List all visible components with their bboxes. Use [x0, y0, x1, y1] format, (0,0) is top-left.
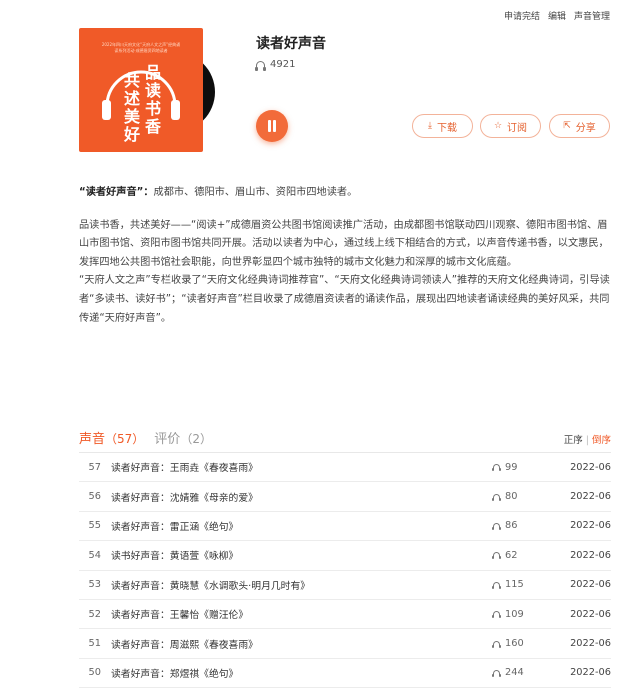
- star-icon: ☆: [493, 121, 503, 131]
- download-label: 下载: [436, 122, 457, 134]
- tab-reviews-label: 评价: [154, 432, 181, 447]
- track-date: 2022-06: [570, 667, 611, 679]
- track-plays: 160: [492, 638, 568, 650]
- share-icon: ⇱: [563, 121, 571, 131]
- tab-sounds[interactable]: 声音（57）: [79, 428, 144, 447]
- track-date: 2022-06: [570, 461, 611, 473]
- track-plays-value: 86: [505, 520, 518, 532]
- play-count-value: 4921: [270, 59, 296, 70]
- cover-title-right: 品读书香: [145, 63, 162, 136]
- track-number: 53: [88, 579, 101, 591]
- track-title[interactable]: 读者好声音：王馨怡《赠汪伦》: [111, 607, 493, 621]
- track-title[interactable]: 读书好声音：黄语萱《咏柳》: [111, 548, 493, 562]
- download-icon: ⤓: [428, 121, 432, 131]
- track-date: 2022-06: [570, 520, 611, 532]
- track-row[interactable]: 50 读者好声音：郑煜祺《绝句》 244 2022-06: [79, 659, 611, 689]
- headphone-icon: [255, 60, 266, 71]
- track-title[interactable]: 读者好声音：郑煜祺《绝句》: [111, 666, 493, 680]
- headphone-icon: [492, 493, 501, 501]
- track-row[interactable]: 51 读者好声音：周滋熙《春夜喜雨》 160 2022-06: [79, 629, 611, 659]
- sound-manage-link[interactable]: 声音管理: [574, 9, 610, 22]
- track-number: 55: [88, 520, 101, 532]
- track-plays-value: 115: [505, 579, 524, 591]
- tab-sounds-label: 声音: [79, 432, 106, 447]
- headphone-icon: [492, 640, 501, 648]
- track-plays: 109: [492, 608, 568, 620]
- cover-title-left: 共述美好: [124, 71, 141, 144]
- download-button[interactable]: ⤓ 下载: [412, 114, 473, 138]
- track-plays-value: 160: [505, 638, 524, 650]
- track-row[interactable]: 54 读书好声音：黄语萱《咏柳》 62 2022-06: [79, 541, 611, 571]
- track-plays-value: 109: [505, 608, 524, 620]
- track-date: 2022-06: [570, 638, 611, 650]
- headphone-icon: [492, 464, 501, 472]
- track-plays-value: 99: [505, 461, 518, 473]
- sort-asc[interactable]: 正序: [564, 435, 583, 446]
- track-plays: 62: [492, 549, 568, 561]
- track-plays: 115: [492, 579, 568, 591]
- headphone-icon: [492, 552, 501, 560]
- share-button[interactable]: ⇱ 分享: [549, 114, 610, 138]
- track-plays: 86: [492, 520, 568, 532]
- track-plays: 244: [492, 667, 568, 679]
- track-plays: 80: [492, 491, 568, 503]
- track-row[interactable]: 53 读者好声音：黄晓慧《水调歌头·明月几时有》 115 2022-06: [79, 571, 611, 600]
- pause-button[interactable]: [256, 110, 288, 142]
- lead-rest: 成都市、德阳市、眉山市、资阳市四地读者。: [153, 187, 358, 198]
- sort-desc[interactable]: 倒序: [592, 435, 611, 446]
- description-para-1: 品读书香，共述美好——“阅读+”成德眉资公共图书馆阅读推广活动，由成都图书馆联动…: [79, 219, 609, 268]
- album-title: 读者好声音: [256, 36, 326, 52]
- track-row[interactable]: 52 读者好声音：王馨怡《赠汪伦》 109 2022-06: [79, 600, 611, 630]
- description-lead: “读者好声音”：成都市、德阳市、眉山市、资阳市四地读者。: [79, 184, 611, 203]
- track-date: 2022-06: [570, 549, 611, 561]
- track-number: 50: [88, 667, 101, 679]
- track-plays-value: 80: [505, 491, 518, 503]
- track-title[interactable]: 读者好声音：沈婧雅《母亲的爱》: [111, 490, 493, 504]
- edit-link[interactable]: 编辑: [548, 9, 566, 22]
- description-para-2: “天府人文之声”专栏收录了“天府文化经典诗词推荐官”、“天府文化经典诗词领读人”…: [79, 275, 610, 324]
- track-row[interactable]: 55 读者好声音：雷正涵《绝句》 86 2022-06: [79, 512, 611, 542]
- track-number: 56: [88, 491, 101, 503]
- album-description: “读者好声音”：成都市、德阳市、眉山市、资阳市四地读者。 品读书香，共述美好——…: [79, 184, 611, 328]
- apply-finish-link[interactable]: 申请完结: [504, 9, 540, 22]
- track-date: 2022-06: [570, 491, 611, 503]
- headphone-icon: [492, 611, 501, 619]
- tab-sounds-count: （57）: [105, 432, 145, 446]
- album-play-count: 4921: [255, 59, 296, 71]
- tab-reviews-count: （2）: [180, 432, 212, 446]
- track-title[interactable]: 读者好声音：周滋熙《春夜喜雨》: [111, 637, 493, 651]
- track-list: 57 读者好声音：王雨垚《春夜喜雨》 99 2022-06 56 读者好声音：沈…: [79, 452, 611, 689]
- track-number: 54: [88, 549, 101, 561]
- album-cover[interactable]: 2022年四川天府文化“天府人文之声”经典诵读系列活动·成德眉资四地读者 共述美…: [79, 28, 203, 152]
- track-plays: 99: [492, 461, 568, 473]
- album-header: 2022年四川天府文化“天府人文之声”经典诵读系列活动·成德眉资四地读者 共述美…: [79, 28, 611, 154]
- track-date: 2022-06: [570, 579, 611, 591]
- lead-bold: “读者好声音”：: [79, 187, 154, 198]
- tab-reviews[interactable]: 评价（2）: [154, 428, 212, 447]
- track-number: 57: [88, 461, 101, 473]
- content-tabs: 声音（57） 评价（2） 正序 | 倒序: [79, 428, 611, 448]
- track-date: 2022-06: [570, 608, 611, 620]
- album-art: 2022年四川天府文化“天府人文之声”经典诵读系列活动·成德眉资四地读者 共述美…: [79, 28, 215, 152]
- subscribe-button[interactable]: ☆ 订阅: [480, 114, 541, 138]
- track-plays-value: 62: [505, 549, 518, 561]
- track-title[interactable]: 读者好声音：王雨垚《春夜喜雨》: [111, 460, 493, 474]
- track-title[interactable]: 读者好声音：雷正涵《绝句》: [111, 519, 493, 533]
- track-title[interactable]: 读者好声音：黄晓慧《水调歌头·明月几时有》: [111, 578, 493, 592]
- track-number: 52: [88, 608, 101, 620]
- headphone-icon: [492, 522, 501, 530]
- cover-small-text: 2022年四川天府文化“天府人文之声”经典诵读系列活动·成德眉资四地读者: [101, 42, 181, 53]
- track-plays-value: 244: [505, 667, 524, 679]
- sort-separator: |: [585, 435, 589, 446]
- track-row[interactable]: 57 读者好声音：王雨垚《春夜喜雨》 99 2022-06: [79, 453, 611, 483]
- share-label: 分享: [575, 122, 596, 134]
- headphone-icon: [492, 669, 501, 677]
- sort-toggle: 正序 | 倒序: [564, 432, 611, 446]
- track-row[interactable]: 56 读者好声音：沈婧雅《母亲的爱》 80 2022-06: [79, 482, 611, 512]
- headphone-icon: [492, 581, 501, 589]
- subscribe-label: 订阅: [507, 122, 528, 134]
- top-links: 申请完结 编辑 声音管理: [504, 9, 610, 22]
- track-number: 51: [88, 638, 101, 650]
